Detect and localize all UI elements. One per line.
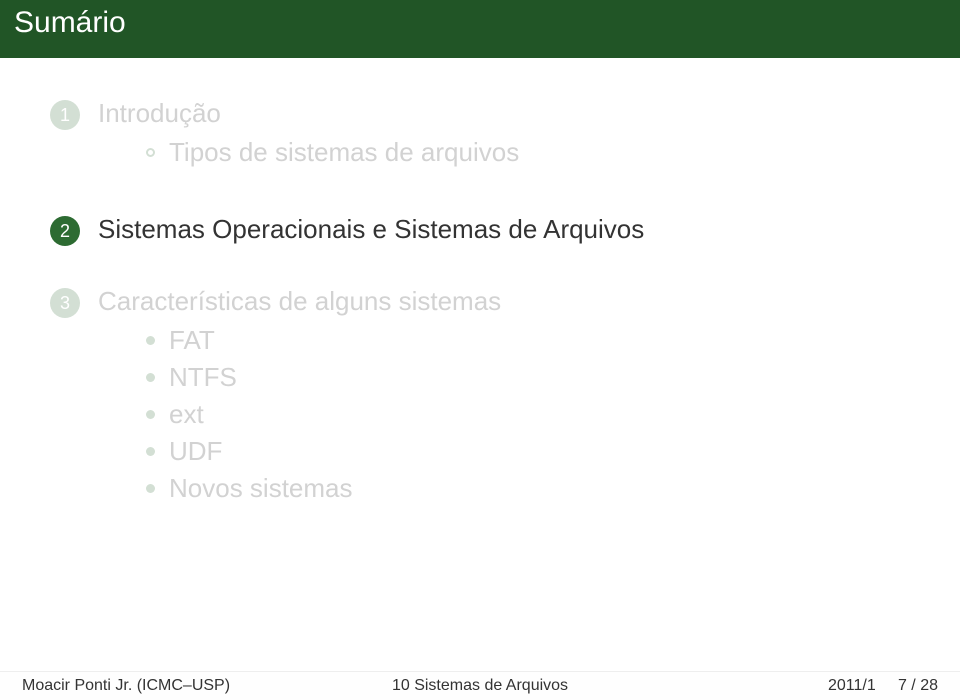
outline-content: 1 Introdução Tipos de sistemas de arquiv…: [0, 58, 960, 700]
footer-author: Moacir Ponti Jr. (ICMC–USP): [22, 677, 230, 695]
footer-title: 10 Sistemas de Arquivos: [392, 677, 568, 695]
bullet-icon: [146, 336, 155, 345]
section-1-label: Introdução: [98, 98, 910, 129]
section-3-subitem-5-label: Novos sistemas: [169, 473, 353, 504]
section-3-subitem-1-label: FAT: [169, 325, 215, 356]
section-3-subitem-2-label: NTFS: [169, 362, 237, 393]
section-3-number-badge: 3: [50, 288, 80, 318]
section-1-subitem: Tipos de sistemas de arquivos: [146, 137, 910, 168]
section-3-subitem: UDF: [146, 436, 910, 467]
section-1: 1 Introdução Tipos de sistemas de arquiv…: [50, 98, 910, 174]
section-3-subitem: FAT: [146, 325, 910, 356]
bullet-icon: [146, 410, 155, 419]
slide-footer: Moacir Ponti Jr. (ICMC–USP) 10 Sistemas …: [0, 671, 960, 700]
section-3-label: Características de alguns sistemas: [98, 286, 910, 317]
section-1-number-badge: 1: [50, 100, 80, 130]
section-2-label: Sistemas Operacionais e Sistemas de Arqu…: [98, 214, 910, 245]
section-2-number-badge: 2: [50, 216, 80, 246]
section-3-subitem: ext: [146, 399, 910, 430]
bullet-icon: [146, 148, 155, 157]
bullet-icon: [146, 373, 155, 382]
section-3-subitem: Novos sistemas: [146, 473, 910, 504]
section-3: 3 Características de alguns sistemas FAT…: [50, 286, 910, 510]
slide-title: Sumário: [0, 0, 960, 58]
bullet-icon: [146, 447, 155, 456]
section-3-subitem: NTFS: [146, 362, 910, 393]
section-3-subitem-4-label: UDF: [169, 436, 222, 467]
section-3-subitem-3-label: ext: [169, 399, 204, 430]
bullet-icon: [146, 484, 155, 493]
section-2: 2 Sistemas Operacionais e Sistemas de Ar…: [50, 214, 910, 246]
section-1-subitem-1-label: Tipos de sistemas de arquivos: [169, 137, 519, 168]
footer-page: 2011/1 7 / 28: [828, 677, 938, 695]
